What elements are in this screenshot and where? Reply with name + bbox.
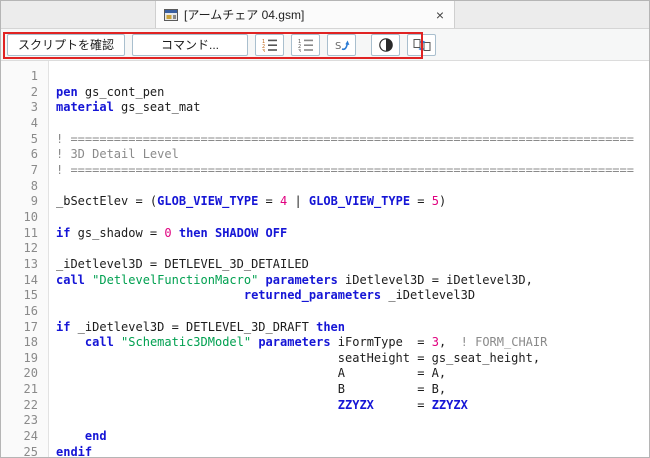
script-sync-icon	[413, 38, 431, 51]
check-script-button[interactable]: スクリプトを確認	[7, 33, 126, 56]
code-line: seatHeight = gs_seat_height,	[56, 350, 541, 365]
line-number: 10	[23, 209, 38, 224]
line-number: 2	[30, 84, 38, 99]
tab-title: [アームチェア 04.gsm]	[184, 8, 305, 22]
svg-text:3: 3	[262, 49, 265, 52]
code-line: returned_parameters _iDetlevel3D	[243, 288, 476, 303]
code-line: call "DetlevelFunctionMacro" parameters …	[56, 272, 533, 287]
code-line: ZZYZX = ZZYZX	[337, 397, 468, 412]
line-number: 12	[23, 241, 38, 256]
tab-bar: [アームチェア 04.gsm] ×	[1, 1, 649, 29]
script-editor: 1 2 3 4 5 6 7 8 9 10 11 12 13 14 15 16 17 18 19 20 21 22 23 24 2…	[1, 61, 649, 457]
line-number: 15	[23, 288, 38, 303]
line-number: 22	[23, 397, 38, 412]
line-number: 7	[30, 162, 38, 177]
tab-armchair-gsm[interactable]: [アームチェア 04.gsm] ×	[155, 1, 455, 28]
line-number: 23	[23, 413, 38, 428]
gutter: 1 2 3 4 5 6 7 8 9 10 11 12 13 14 15 16 17 18 19 20 21 22 23 24 2…	[1, 61, 49, 457]
commands-button[interactable]: コマンド...	[132, 33, 249, 56]
code-area[interactable]: pen gs_cont_pen material gs_seat_mat ! ==…	[49, 61, 649, 457]
line-number: 19	[23, 350, 38, 365]
svg-text:3: 3	[298, 49, 301, 52]
code-line: ! 3D Detail Level	[56, 147, 179, 162]
code-line: if gs_shadow = 0 then SHADOW OFF	[56, 225, 288, 240]
code-line: B = B,	[56, 382, 447, 397]
line-number: 8	[30, 178, 38, 193]
code-line: _bSectElev = (GLOB_VIEW_TYPE = 4 | GLOB_…	[56, 194, 447, 209]
jump-to-script-button[interactable]: S	[327, 33, 357, 56]
line-numbers-icon: 1 2 3	[262, 39, 277, 52]
code-line: endif	[56, 444, 93, 457]
line-number: 6	[30, 147, 38, 162]
contrast-button[interactable]	[371, 33, 401, 56]
script-sync-button[interactable]	[407, 33, 437, 56]
line-number: 1	[30, 69, 38, 83]
jump-to-script-icon: S	[335, 40, 349, 52]
contrast-icon	[378, 37, 393, 52]
line-number: 4	[30, 115, 38, 130]
line-number: 14	[23, 272, 38, 287]
line-number: 18	[23, 335, 38, 350]
line-number: 3	[30, 100, 38, 115]
code-line: A = A,	[56, 366, 447, 381]
code-line: if _iDetlevel3D = DETLEVEL_3D_DRAFT then	[56, 319, 345, 334]
code-line: call "Schematic3DModel" parameters iForm…	[84, 335, 548, 350]
line-number: 20	[23, 366, 38, 381]
line-numbers-all-button[interactable]: 1 2 3	[291, 33, 321, 56]
line-number: 17	[23, 319, 38, 334]
line-number: 24	[23, 429, 38, 444]
line-number: 9	[30, 194, 38, 209]
line-number: 25	[23, 444, 38, 458]
line-number: 5	[30, 131, 38, 146]
line-number: 16	[23, 303, 38, 318]
gdl-editor-window: [アームチェア 04.gsm] × スクリプトを確認 コマンド... 1 2 3…	[0, 0, 650, 458]
line-number: 11	[23, 225, 38, 240]
code-line: material gs_seat_mat	[56, 100, 201, 115]
code-line: _iDetlevel3D = DETLEVEL_3D_DETAILED	[56, 256, 309, 271]
line-numbers-button[interactable]: 1 2 3	[255, 33, 285, 56]
line-number: 21	[23, 382, 38, 397]
gdl-object-icon	[164, 8, 178, 21]
line-number: 13	[23, 256, 38, 271]
code-line: end	[84, 429, 107, 444]
code-line: ! ======================================…	[56, 162, 634, 177]
code-line: pen gs_cont_pen	[56, 84, 165, 99]
toolbar: スクリプトを確認 コマンド... 1 2 3 1 2 3 S	[1, 29, 649, 61]
svg-text:S: S	[335, 41, 341, 52]
tab-close-button[interactable]: ×	[434, 8, 446, 22]
line-numbers-all-icon: 1 2 3	[298, 39, 313, 52]
code-line: ! ======================================…	[56, 131, 634, 146]
